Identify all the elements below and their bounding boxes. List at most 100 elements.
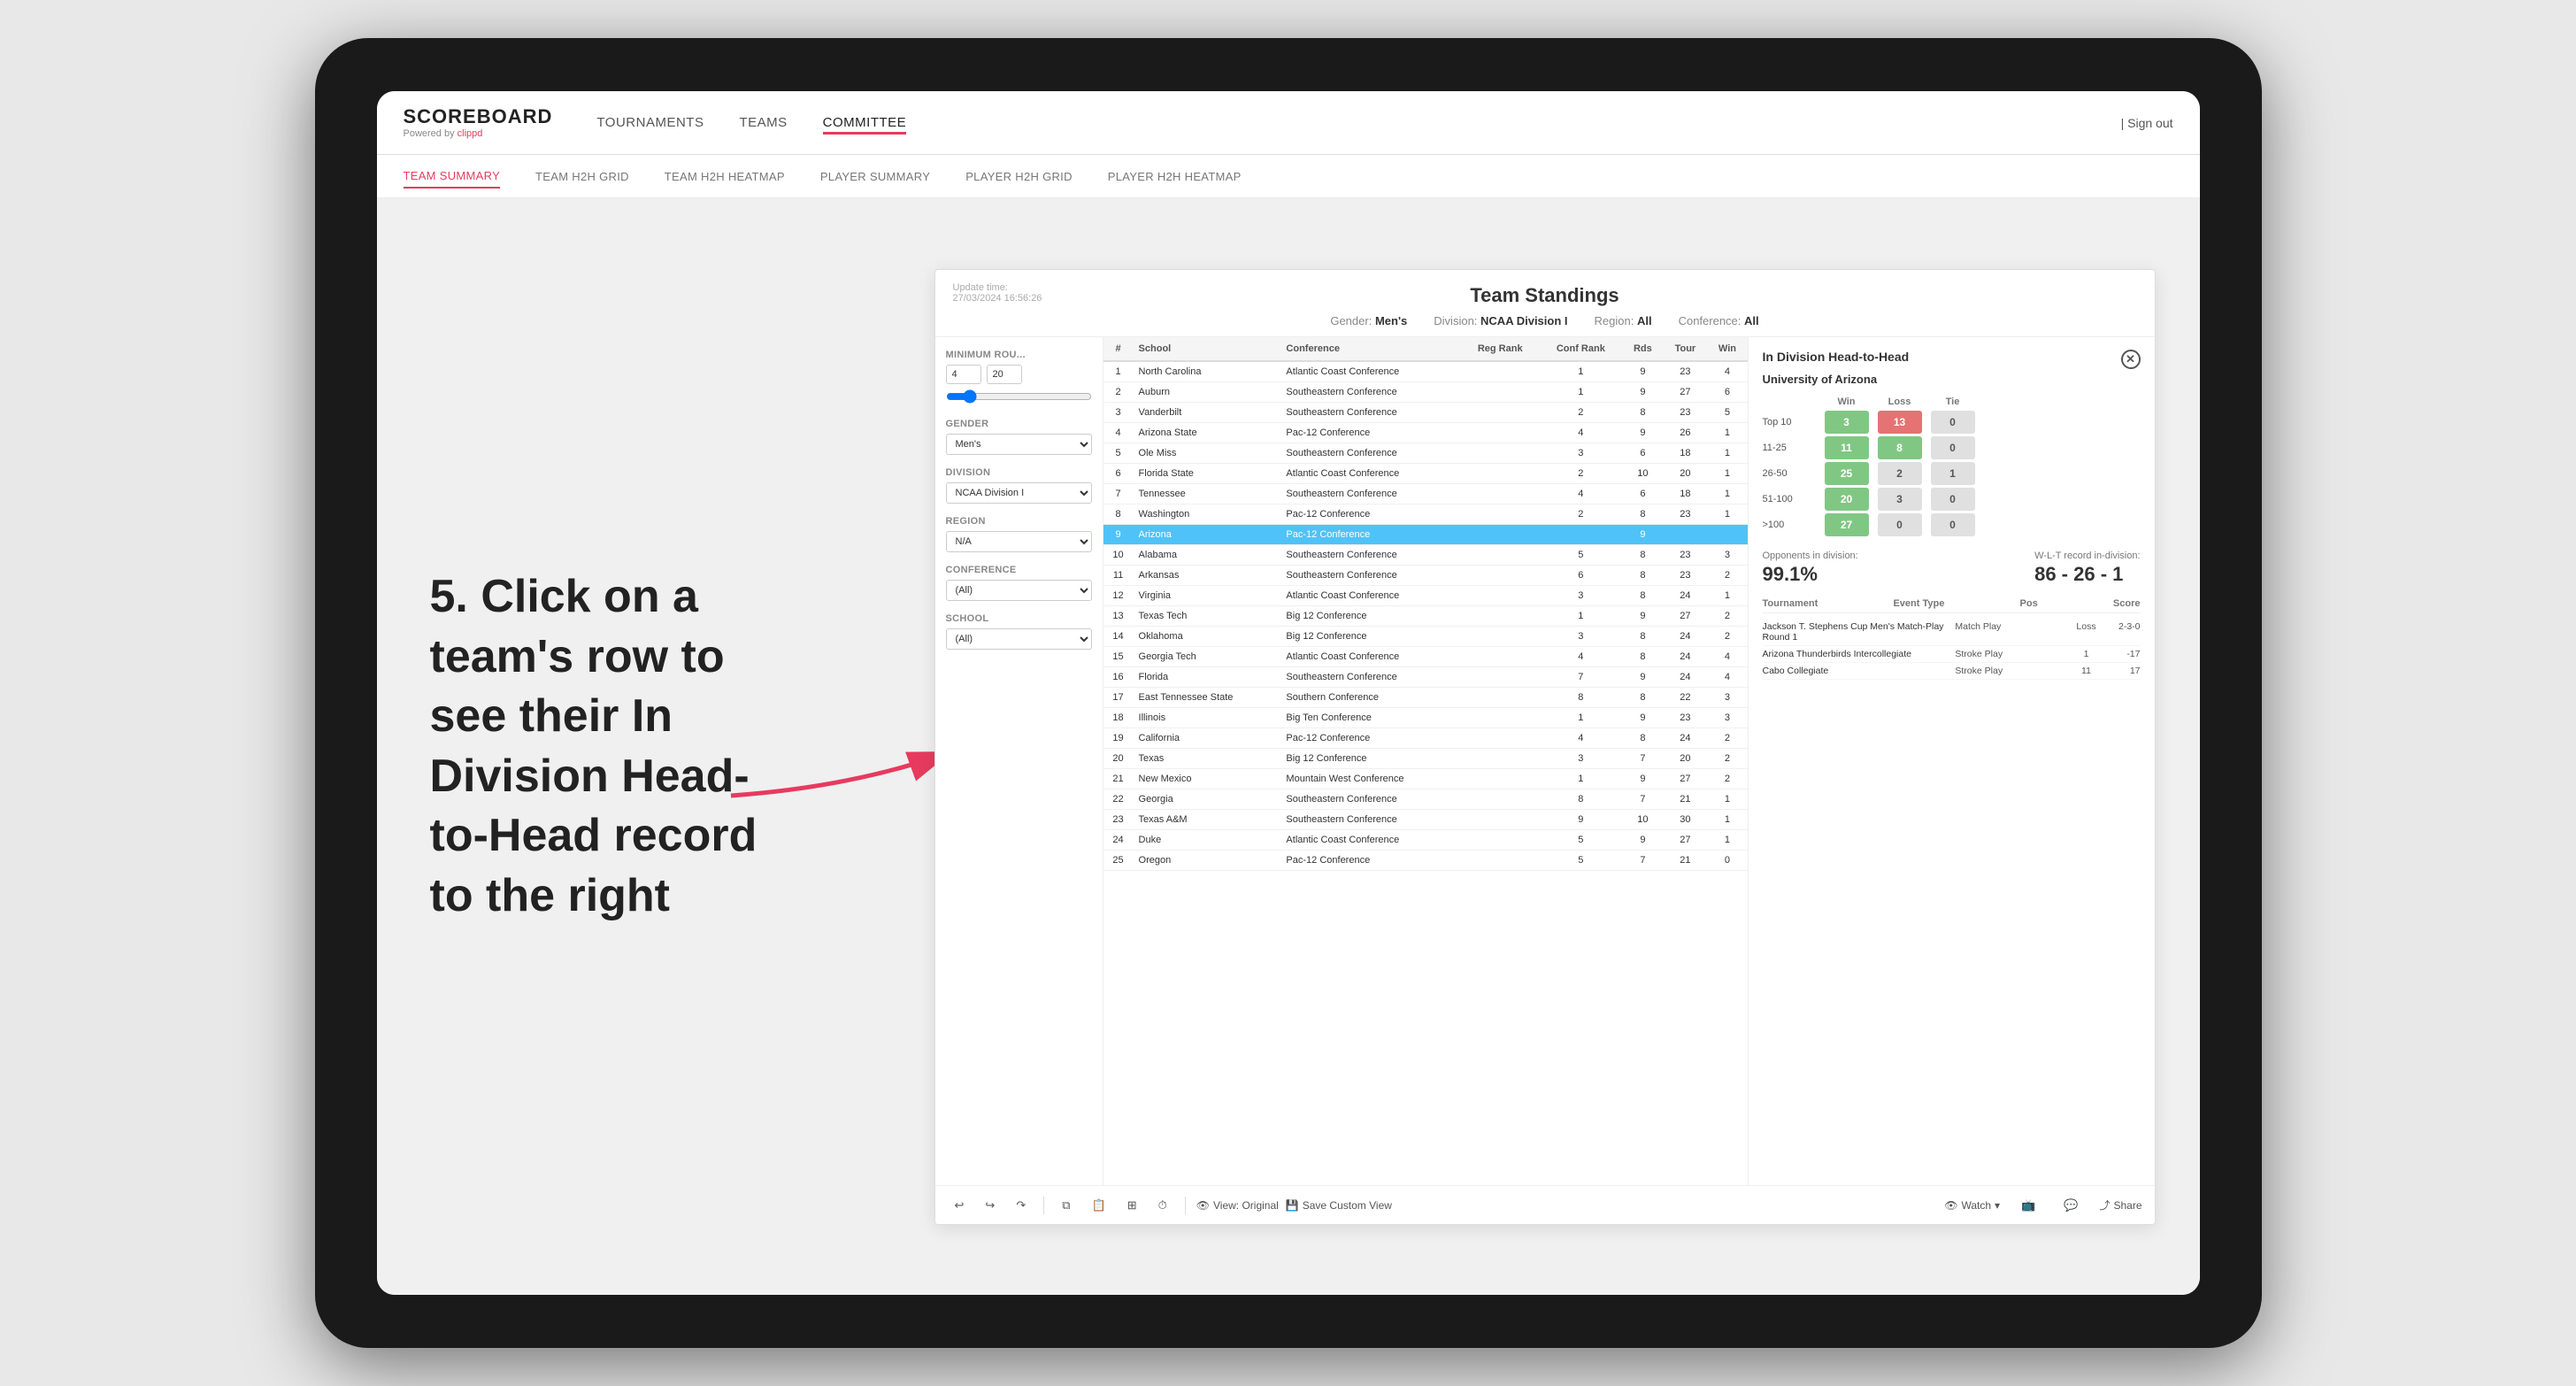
- subnav-player-summary[interactable]: PLAYER SUMMARY: [820, 166, 930, 188]
- gender-select[interactable]: Men's Women's: [946, 434, 1092, 455]
- h2h-100plus-win: 27: [1825, 513, 1869, 536]
- table-row[interactable]: 17East Tennessee StateSouthern Conferenc…: [1103, 688, 1748, 708]
- table-header-row: # School Conference Reg Rank Conf Rank R…: [1103, 337, 1748, 361]
- dashboard-filters: Gender: Men's Division: NCAA Division I …: [953, 314, 2137, 327]
- col-rds: Rds: [1622, 337, 1663, 361]
- logo-sub: Powered by clippd: [404, 128, 553, 139]
- tablet-frame: SCOREBOARD Powered by clippd TOURNAMENTS…: [315, 38, 2262, 1348]
- watch-label[interactable]: 👁 Watch ▾: [1944, 1199, 2000, 1212]
- toolbar-paste[interactable]: 📋: [1085, 1195, 1113, 1216]
- col-win: Win: [1707, 337, 1747, 361]
- opponents-label: Opponents in division:: [1763, 551, 1858, 561]
- table-row[interactable]: 18IllinoisBig Ten Conference19233: [1103, 708, 1748, 728]
- tournament-header: Tournament Event Type Pos Score: [1763, 598, 2141, 613]
- h2h-2650-win: 25: [1825, 462, 1869, 485]
- subnav-team-summary[interactable]: TEAM SUMMARY: [404, 165, 501, 189]
- h2h-100plus-loss: 0: [1878, 513, 1922, 536]
- subnav-team-h2h-grid[interactable]: TEAM H2H GRID: [535, 166, 629, 188]
- h2h-wlt-header: Win Loss Tie: [1763, 397, 2141, 407]
- table-body: 1North CarolinaAtlantic Coast Conference…: [1103, 361, 1748, 871]
- h2h-title: In Division Head-to-Head: [1763, 350, 1910, 364]
- tournament-row[interactable]: Jackson T. Stephens Cup Men's Match-Play…: [1763, 619, 2141, 646]
- table-row[interactable]: 16FloridaSoutheastern Conference79244: [1103, 667, 1748, 688]
- table-row[interactable]: 25OregonPac-12 Conference57210: [1103, 851, 1748, 871]
- logo-brand: clippd: [458, 128, 483, 139]
- toolbar-right: 👁 Watch ▾ 📺 💬 ⤴ Share: [1944, 1195, 2142, 1216]
- tournament-row[interactable]: Cabo Collegiate Stroke Play 11 17: [1763, 663, 2141, 680]
- h2h-1125-tie: 0: [1931, 436, 1975, 459]
- col-conf-rank: Conf Rank: [1539, 337, 1622, 361]
- toolbar-comment[interactable]: 💬: [2057, 1195, 2085, 1216]
- nav-committee[interactable]: COMMITTEE: [823, 111, 907, 135]
- tournament-row[interactable]: Arizona Thunderbirds Intercollegiate Str…: [1763, 646, 2141, 663]
- sign-out-link[interactable]: | Sign out: [2121, 116, 2173, 130]
- table-row[interactable]: 10AlabamaSoutheastern Conference58233: [1103, 545, 1748, 566]
- subnav-player-h2h-grid[interactable]: PLAYER H2H GRID: [965, 166, 1073, 188]
- h2h-row-1125: 11-25 11 8 0: [1763, 436, 2141, 459]
- toolbar-undo[interactable]: ↩: [948, 1195, 972, 1216]
- view-original-label[interactable]: 👁 View: Original: [1196, 1199, 1279, 1212]
- table-row[interactable]: 8WashingtonPac-12 Conference28231: [1103, 504, 1748, 525]
- filter-region-label: Region: All: [1595, 314, 1652, 327]
- table-row[interactable]: 5Ole MissSoutheastern Conference36181: [1103, 443, 1748, 464]
- h2h-team-name: University of Arizona: [1763, 373, 2141, 386]
- toolbar-redo2[interactable]: ↷: [1009, 1195, 1033, 1216]
- table-row[interactable]: 4Arizona StatePac-12 Conference49261: [1103, 423, 1748, 443]
- min-rounds-slider[interactable]: [946, 389, 1092, 404]
- table-row[interactable]: 7TennesseeSoutheastern Conference46181: [1103, 484, 1748, 504]
- table-row[interactable]: 13Texas TechBig 12 Conference19272: [1103, 606, 1748, 627]
- subnav-team-h2h-heatmap[interactable]: TEAM H2H HEATMAP: [665, 166, 785, 188]
- filter-conference-label: Conference: All: [1679, 314, 1759, 327]
- filter-division-label: Division: NCAA Division I: [1434, 314, 1567, 327]
- toolbar-time[interactable]: ⏱: [1151, 1195, 1174, 1216]
- table-row[interactable]: 19CaliforniaPac-12 Conference48242: [1103, 728, 1748, 749]
- share-label[interactable]: ⤴ Share: [2099, 1197, 2142, 1213]
- share-icon: ⤴: [2099, 1197, 2110, 1213]
- division-select[interactable]: NCAA Division I NCAA Division II: [946, 482, 1092, 504]
- save-custom-label[interactable]: 💾 Save Custom View: [1286, 1199, 1392, 1212]
- region-select[interactable]: N/A All: [946, 531, 1092, 552]
- filter-school-group: School (All): [946, 613, 1092, 650]
- h2h-top10-win: 3: [1825, 411, 1869, 434]
- table-row[interactable]: 22GeorgiaSoutheastern Conference87211: [1103, 789, 1748, 810]
- table-row[interactable]: 23Texas A&MSoutheastern Conference910301: [1103, 810, 1748, 830]
- sub-nav: TEAM SUMMARY TEAM H2H GRID TEAM H2H HEAT…: [377, 155, 2200, 199]
- toolbar-copy[interactable]: ⧉: [1055, 1195, 1077, 1216]
- toolbar-tv[interactable]: 📺: [2014, 1195, 2042, 1216]
- toolbar-grid[interactable]: ⊞: [1120, 1195, 1144, 1216]
- nav-tournaments[interactable]: TOURNAMENTS: [596, 111, 704, 135]
- h2h-row-top10: Top 10 3 13 0: [1763, 411, 2141, 434]
- min-rounds-input1[interactable]: [946, 365, 981, 384]
- filter-panel: Minimum Rou... Gender Men's Women: [935, 337, 1103, 1220]
- app-header: SCOREBOARD Powered by clippd TOURNAMENTS…: [377, 91, 2200, 155]
- table-row[interactable]: 20TexasBig 12 Conference37202: [1103, 749, 1748, 769]
- table-row[interactable]: 21New MexicoMountain West Conference1927…: [1103, 769, 1748, 789]
- save-icon: 💾: [1286, 1199, 1299, 1212]
- table-row[interactable]: 24DukeAtlantic Coast Conference59271: [1103, 830, 1748, 851]
- table-row[interactable]: 11ArkansasSoutheastern Conference68232: [1103, 566, 1748, 586]
- table-row[interactable]: 2AuburnSoutheastern Conference19276: [1103, 382, 1748, 403]
- table-row[interactable]: 1North CarolinaAtlantic Coast Conference…: [1103, 361, 1748, 382]
- table-row[interactable]: 14OklahomaBig 12 Conference38242: [1103, 627, 1748, 647]
- h2h-close-button[interactable]: ✕: [2121, 350, 2141, 369]
- dashboard-body: Minimum Rou... Gender Men's Women: [935, 337, 2155, 1220]
- toolbar-redo[interactable]: ↪: [978, 1195, 1002, 1216]
- h2h-2650-loss: 2: [1878, 462, 1922, 485]
- school-select[interactable]: (All): [946, 628, 1092, 650]
- main-nav: TOURNAMENTS TEAMS COMMITTEE: [596, 111, 2076, 135]
- min-rounds-input2[interactable]: [987, 365, 1022, 384]
- table-row[interactable]: 12VirginiaAtlantic Coast Conference38241: [1103, 586, 1748, 606]
- subnav-player-h2h-heatmap[interactable]: PLAYER H2H HEATMAP: [1108, 166, 1242, 188]
- col-school: School: [1134, 337, 1281, 361]
- h2h-title-row: In Division Head-to-Head ✕: [1763, 350, 2141, 369]
- h2h-tie-header: Tie: [1931, 397, 1975, 407]
- nav-teams[interactable]: TEAMS: [739, 111, 787, 135]
- h2h-loss-header: Loss: [1878, 397, 1922, 407]
- table-row[interactable]: 6Florida StateAtlantic Coast Conference2…: [1103, 464, 1748, 484]
- h2h-row-51100: 51-100 20 3 0: [1763, 488, 2141, 511]
- table-row[interactable]: 3VanderbiltSoutheastern Conference28235: [1103, 403, 1748, 423]
- h2h-2650-tie: 1: [1931, 462, 1975, 485]
- conference-select[interactable]: (All): [946, 580, 1092, 601]
- table-row-selected[interactable]: 9ArizonaPac-12 Conference9: [1103, 525, 1748, 545]
- table-row[interactable]: 15Georgia TechAtlantic Coast Conference4…: [1103, 647, 1748, 667]
